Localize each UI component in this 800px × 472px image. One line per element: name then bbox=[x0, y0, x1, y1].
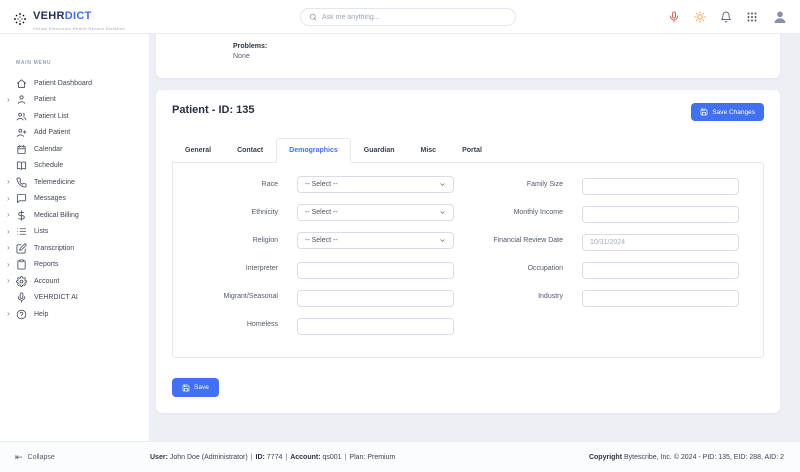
industry-field[interactable] bbox=[582, 289, 739, 307]
collapse-icon: ⇤ bbox=[15, 451, 23, 462]
form-row-monthly-income: Monthly Income bbox=[468, 204, 753, 223]
sidebar-item-reports[interactable]: Reports bbox=[0, 257, 149, 274]
search-icon bbox=[309, 13, 317, 21]
form-row-occupation: Occupation bbox=[468, 260, 753, 279]
chat-icon bbox=[16, 193, 27, 204]
form-row-family-size: Family Size bbox=[468, 176, 753, 195]
gear-icon bbox=[16, 275, 27, 287]
form-row-interpreter: Interpreter bbox=[183, 260, 468, 279]
page-title: Patient - ID: 135 bbox=[172, 104, 255, 116]
footer-user-info: User: John Doe (Administrator) | ID: 7774 |… bbox=[150, 453, 396, 461]
problems-value: None bbox=[233, 53, 250, 60]
help-circle-icon bbox=[16, 309, 27, 320]
chevron-down-icon bbox=[439, 209, 446, 216]
search-input[interactable] bbox=[322, 13, 507, 21]
race-select[interactable]: -- Select -- bbox=[297, 176, 454, 193]
tab-misc[interactable]: Misc bbox=[408, 138, 450, 163]
sidebar-section-label: MAIN MENU bbox=[16, 60, 52, 66]
sidebar-item-schedule[interactable]: Schedule bbox=[0, 158, 149, 175]
tab-demographics[interactable]: Demographics bbox=[276, 138, 351, 163]
demographics-form: Race -- Select -- Ethnicity -- Select -- bbox=[172, 162, 764, 358]
family-size-field[interactable] bbox=[582, 177, 739, 195]
sidebar-item-patient-list[interactable]: Patient List bbox=[0, 108, 149, 125]
form-row-religion: Religion -- Select -- bbox=[183, 232, 468, 249]
grid-apps-icon[interactable] bbox=[746, 11, 758, 23]
home-icon bbox=[16, 78, 27, 89]
clipboard-icon bbox=[16, 259, 27, 270]
save-changes-button[interactable]: Save Changes bbox=[691, 103, 764, 121]
sidebar-item-medical-billing[interactable]: Medical Billing bbox=[0, 207, 149, 224]
tab-bar: General Contact Demographics Guardian Mi… bbox=[172, 138, 764, 163]
tab-portal[interactable]: Portal bbox=[449, 138, 495, 163]
list-icon bbox=[16, 226, 27, 237]
sidebar-item-patient[interactable]: Patient bbox=[0, 92, 149, 109]
users-icon bbox=[16, 111, 27, 122]
logo-text: VEHRDICT Virtual Electronic Health Recor… bbox=[33, 6, 126, 32]
financial-review-date-field[interactable] bbox=[582, 233, 739, 251]
form-row-ethnicity: Ethnicity -- Select -- bbox=[183, 204, 468, 221]
sidebar-item-messages[interactable]: Messages bbox=[0, 191, 149, 208]
tab-guardian[interactable]: Guardian bbox=[351, 138, 408, 163]
sun-icon[interactable] bbox=[694, 11, 706, 23]
form-column-right: Family Size Monthly Income Financial Rev… bbox=[468, 176, 753, 351]
patient-tabs-area: General Contact Demographics Guardian Mi… bbox=[172, 138, 764, 358]
form-row-race: Race -- Select -- bbox=[183, 176, 468, 193]
main-content: Problems: None Patient - ID: 135 Save Ch… bbox=[150, 34, 800, 441]
user-plus-icon bbox=[16, 127, 27, 138]
form-row-industry: Industry bbox=[468, 288, 753, 307]
sidebar-item-calendar[interactable]: Calendar bbox=[0, 141, 149, 158]
form-row-migrant-seasonal: Migrant/Seasonal bbox=[183, 288, 468, 307]
patient-card: Patient - ID: 135 Save Changes General C… bbox=[156, 90, 780, 413]
user-icon bbox=[16, 94, 27, 105]
save-icon bbox=[182, 384, 190, 392]
footer: ⇤ Collapse User: John Doe (Administrator… bbox=[0, 441, 800, 472]
sidebar-item-help[interactable]: Help bbox=[0, 306, 149, 323]
occupation-field[interactable] bbox=[582, 261, 739, 279]
chevron-down-icon bbox=[439, 237, 446, 244]
problems-card: Problems: None bbox=[156, 34, 780, 78]
book-open-icon bbox=[16, 160, 27, 171]
global-search[interactable] bbox=[300, 8, 516, 26]
homeless-field[interactable] bbox=[297, 317, 454, 335]
form-row-homeless: Homeless bbox=[183, 316, 468, 335]
sidebar-item-add-patient[interactable]: Add Patient bbox=[0, 125, 149, 142]
monthly-income-field[interactable] bbox=[582, 205, 739, 223]
logo[interactable]: VEHRDICT Virtual Electronic Health Recor… bbox=[12, 6, 125, 31]
mic-icon bbox=[16, 292, 27, 303]
migrant-seasonal-field[interactable] bbox=[297, 289, 454, 307]
tab-contact[interactable]: Contact bbox=[224, 138, 276, 163]
sidebar-item-account[interactable]: Account bbox=[0, 273, 149, 290]
microphone-icon[interactable] bbox=[668, 11, 680, 23]
topbar-actions bbox=[668, 0, 788, 34]
chevron-down-icon bbox=[439, 181, 446, 188]
app-window: VEHRDICT Virtual Electronic Health Recor… bbox=[0, 0, 800, 472]
save-button[interactable]: Save bbox=[172, 378, 219, 397]
interpreter-field[interactable] bbox=[297, 261, 454, 279]
sidebar-item-vehrdict-ai[interactable]: VEHRDICT AI bbox=[0, 290, 149, 307]
sidebar-collapse-button[interactable]: ⇤ Collapse bbox=[0, 452, 150, 463]
brand-tagline: Virtual Electronic Health Record Dictati… bbox=[33, 26, 126, 31]
dollar-icon bbox=[16, 210, 27, 221]
brand-name: VEHRDICT bbox=[33, 10, 92, 22]
calendar-icon bbox=[16, 144, 27, 155]
sidebar-item-transcription[interactable]: Transcription bbox=[0, 240, 149, 257]
pen-icon bbox=[16, 243, 27, 254]
form-column-left: Race -- Select -- Ethnicity -- Select -- bbox=[183, 176, 468, 351]
topbar: VEHRDICT Virtual Electronic Health Recor… bbox=[0, 0, 800, 34]
bell-icon[interactable] bbox=[720, 11, 732, 23]
problems-label: Problems: bbox=[233, 43, 268, 50]
tab-general[interactable]: General bbox=[172, 138, 224, 163]
ethnicity-select[interactable]: -- Select -- bbox=[297, 204, 454, 221]
footer-copyright: Copyright Bytescribe, Inc. © 2024 - PID:… bbox=[588, 453, 784, 461]
sidebar-item-patient-dashboard[interactable]: Patient Dashboard bbox=[0, 75, 149, 92]
avatar[interactable] bbox=[772, 9, 788, 25]
sidebar-item-telemedicine[interactable]: Telemedicine bbox=[0, 174, 149, 191]
form-row-financial-review-date: Financial Review Date bbox=[468, 232, 753, 251]
sidebar: MAIN MENU Patient Dashboard Patient Pati… bbox=[0, 34, 150, 441]
phone-icon bbox=[16, 177, 27, 188]
religion-select[interactable]: -- Select -- bbox=[297, 232, 454, 249]
sidebar-item-lists[interactable]: Lists bbox=[0, 224, 149, 241]
logo-starburst-icon bbox=[12, 11, 28, 27]
save-icon bbox=[700, 108, 708, 116]
